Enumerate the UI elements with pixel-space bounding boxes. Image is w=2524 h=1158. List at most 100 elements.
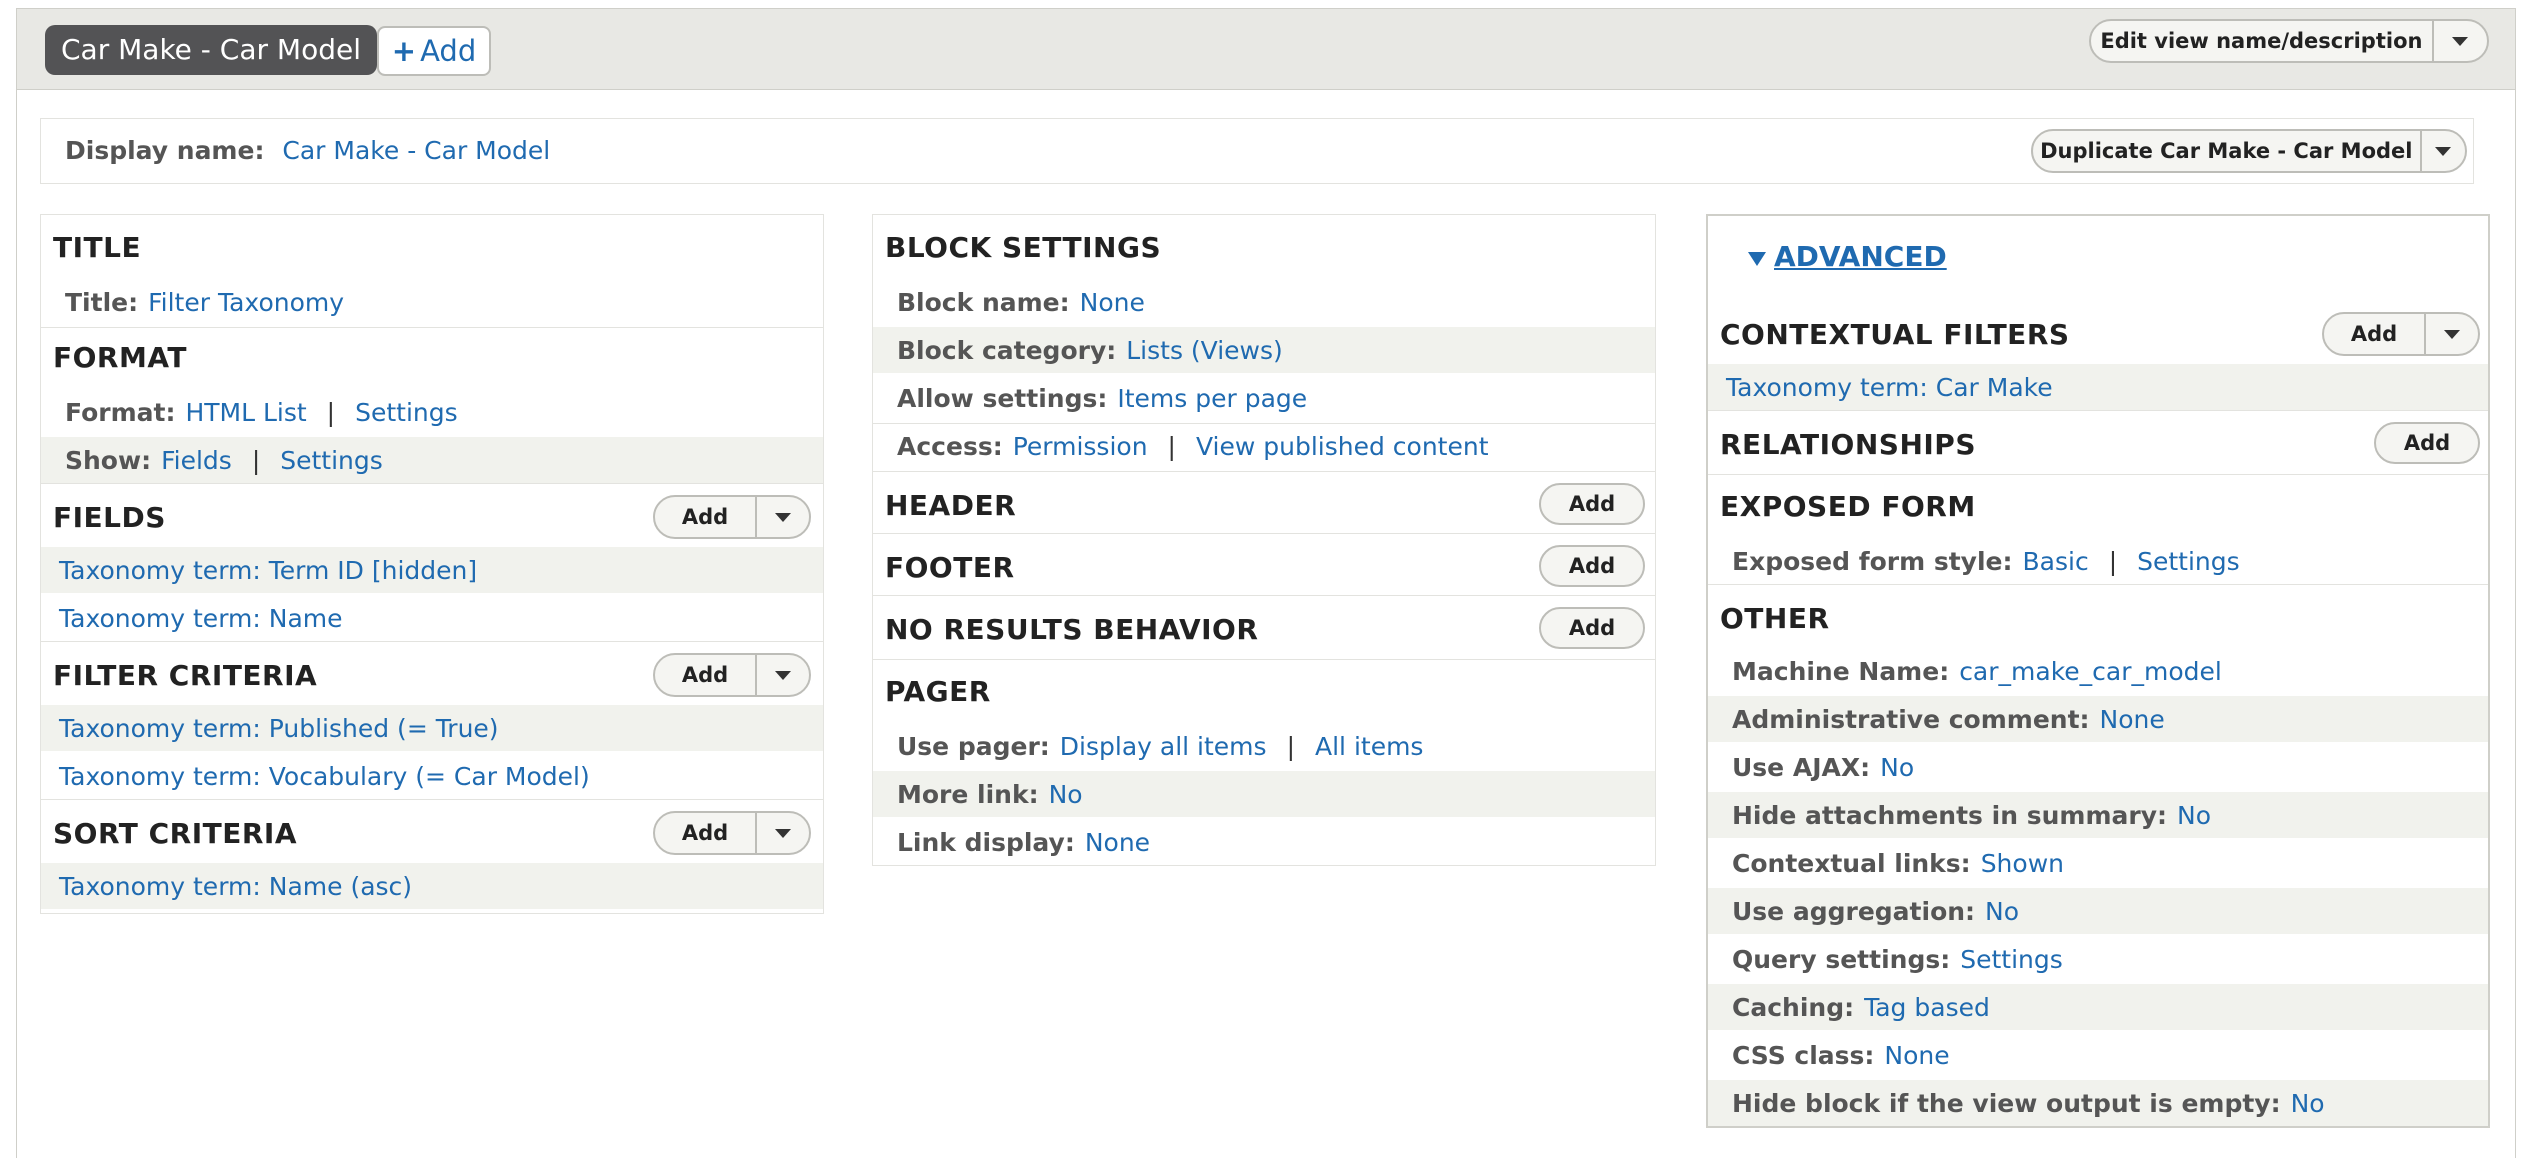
other-label: Query settings: <box>1732 944 1951 974</box>
no-results-add-button[interactable]: Add <box>1539 607 1645 649</box>
contextual-filter-link[interactable]: Taxonomy term: Car Make <box>1726 373 2053 402</box>
other-link[interactable]: No <box>2291 1089 2325 1118</box>
view-tab-label: Car Make - Car Model <box>61 33 361 66</box>
contextual-add-dropdown-toggle[interactable] <box>2424 314 2478 354</box>
add-display-label: Add <box>420 34 477 68</box>
block-category-link[interactable]: Lists (Views) <box>1126 336 1283 365</box>
sort-criteria-heading: SORT CRITERIA <box>53 817 298 850</box>
more-link-link[interactable]: No <box>1049 780 1083 809</box>
title-link[interactable]: Filter Taxonomy <box>148 288 344 317</box>
separator: | <box>1167 432 1176 461</box>
list-item: Taxonomy term: Name (asc) <box>41 863 823 909</box>
contextual-add-button[interactable]: Add <box>2324 314 2424 354</box>
other-link[interactable]: No <box>1880 753 1914 782</box>
fields-heading: FIELDS <box>53 501 166 534</box>
separator: | <box>1286 731 1295 761</box>
other-label: Caching: <box>1732 992 1855 1022</box>
divider <box>873 533 1655 534</box>
chevron-down-icon <box>775 512 792 522</box>
edit-view-dropdown-toggle[interactable] <box>2431 21 2487 61</box>
block-name-label: Block name: <box>897 287 1070 317</box>
other-link[interactable]: None <box>1884 1041 1949 1070</box>
fields-add-dropdown-toggle[interactable] <box>755 497 809 537</box>
duplicate-display-button[interactable]: Duplicate Car Make - Car Model <box>2033 131 2420 171</box>
footer-add-button[interactable]: Add <box>1539 545 1645 587</box>
duplicate-dropdown-toggle[interactable] <box>2419 131 2465 171</box>
exposed-form-link[interactable]: Basic <box>2023 547 2089 576</box>
other-row: Machine Name: car_make_car_model <box>1708 648 2488 694</box>
format-settings-link[interactable]: Settings <box>355 398 458 427</box>
divider <box>1708 474 2488 475</box>
link-display-link[interactable]: None <box>1085 828 1150 857</box>
header-heading: HEADER <box>885 489 1017 522</box>
display-name-link[interactable]: Car Make - Car Model <box>282 136 550 165</box>
other-row: Administrative comment: None <box>1708 696 2488 742</box>
divider <box>41 641 823 642</box>
other-link[interactable]: No <box>1985 897 2019 926</box>
show-link[interactable]: Fields <box>161 446 232 475</box>
field-link[interactable]: Taxonomy term: Term ID [hidden] <box>59 556 477 585</box>
divider <box>1708 410 2488 411</box>
filter-link[interactable]: Taxonomy term: Vocabulary (= Car Model) <box>59 762 590 791</box>
display-name-bar: Display name: Car Make - Car Model Dupli… <box>40 118 2474 184</box>
other-link[interactable]: Shown <box>1981 849 2064 878</box>
separator: | <box>326 397 336 427</box>
sort-add-dropdown-toggle[interactable] <box>755 813 809 853</box>
more-link-label: More link: <box>897 779 1039 809</box>
footer-heading: FOOTER <box>885 551 1015 584</box>
allow-settings-row: Allow settings: Items per page <box>873 375 1655 421</box>
field-link[interactable]: Taxonomy term: Name <box>59 604 343 633</box>
title-row: Title: Filter Taxonomy <box>41 279 823 325</box>
sort-add-dropbutton: Add <box>653 811 811 855</box>
pager-heading: PAGER <box>885 675 991 708</box>
format-link[interactable]: HTML List <box>185 398 306 427</box>
block-name-link[interactable]: None <box>1080 288 1145 317</box>
pager-items-link[interactable]: All items <box>1315 732 1423 761</box>
column-second: BLOCK SETTINGS Block name: None Block ca… <box>872 214 1656 866</box>
more-link-row: More link: No <box>873 771 1655 817</box>
fields-add-button[interactable]: Add <box>655 497 755 537</box>
list-item: Taxonomy term: Term ID [hidden] <box>41 547 823 593</box>
sort-link[interactable]: Taxonomy term: Name (asc) <box>59 872 412 901</box>
other-link[interactable]: None <box>2100 705 2165 734</box>
filter-link[interactable]: Taxonomy term: Published (= True) <box>59 714 499 743</box>
add-display-button[interactable]: + Add <box>377 26 491 76</box>
show-settings-link[interactable]: Settings <box>280 446 383 475</box>
relationships-heading: RELATIONSHIPS <box>1720 428 1976 461</box>
edit-view-name-button[interactable]: Edit view name/description <box>2091 21 2432 61</box>
view-tab[interactable]: Car Make - Car Model <box>45 25 377 75</box>
filter-add-dropdown-toggle[interactable] <box>755 655 809 695</box>
other-link[interactable]: Settings <box>1960 945 2063 974</box>
sort-add-button[interactable]: Add <box>655 813 755 853</box>
header-add-button[interactable]: Add <box>1539 483 1645 525</box>
block-settings-heading: BLOCK SETTINGS <box>885 231 1162 264</box>
list-item: Taxonomy term: Name <box>41 595 823 641</box>
allow-settings-link[interactable]: Items per page <box>1117 384 1307 413</box>
exposed-form-label: Exposed form style: <box>1732 546 2013 576</box>
title-label: Title: <box>65 287 139 317</box>
other-label: Hide block if the view output is empty: <box>1732 1088 2281 1118</box>
format-label: Format: <box>65 397 176 427</box>
advanced-toggle[interactable]: ADVANCED <box>1774 240 1947 273</box>
divider <box>41 483 823 484</box>
divider <box>873 659 1655 660</box>
format-row <box>41 327 823 328</box>
other-link[interactable]: car_make_car_model <box>1959 657 2222 686</box>
filter-add-button[interactable]: Add <box>655 655 755 695</box>
relationships-add-button[interactable]: Add <box>2374 422 2480 464</box>
chevron-down-icon <box>775 670 792 680</box>
other-row: Use aggregation: No <box>1708 888 2488 934</box>
other-row: Use AJAX: No <box>1708 744 2488 790</box>
access-permission-link[interactable]: View published content <box>1196 432 1489 461</box>
pager-link[interactable]: Display all items <box>1060 732 1267 761</box>
other-link[interactable]: Tag based <box>1864 993 1990 1022</box>
exposed-form-settings-link[interactable]: Settings <box>2137 547 2240 576</box>
divider <box>873 595 1655 596</box>
access-link[interactable]: Permission <box>1013 432 1148 461</box>
chevron-down-icon <box>775 828 792 838</box>
column-third: ADVANCED CONTEXTUAL FILTERS Add Taxonomy… <box>1706 214 2490 1128</box>
duplicate-dropbutton: Duplicate Car Make - Car Model <box>2031 129 2467 173</box>
header-add-label: Add <box>1568 492 1616 516</box>
other-link[interactable]: No <box>2177 801 2211 830</box>
fields-add-label: Add <box>681 505 729 529</box>
